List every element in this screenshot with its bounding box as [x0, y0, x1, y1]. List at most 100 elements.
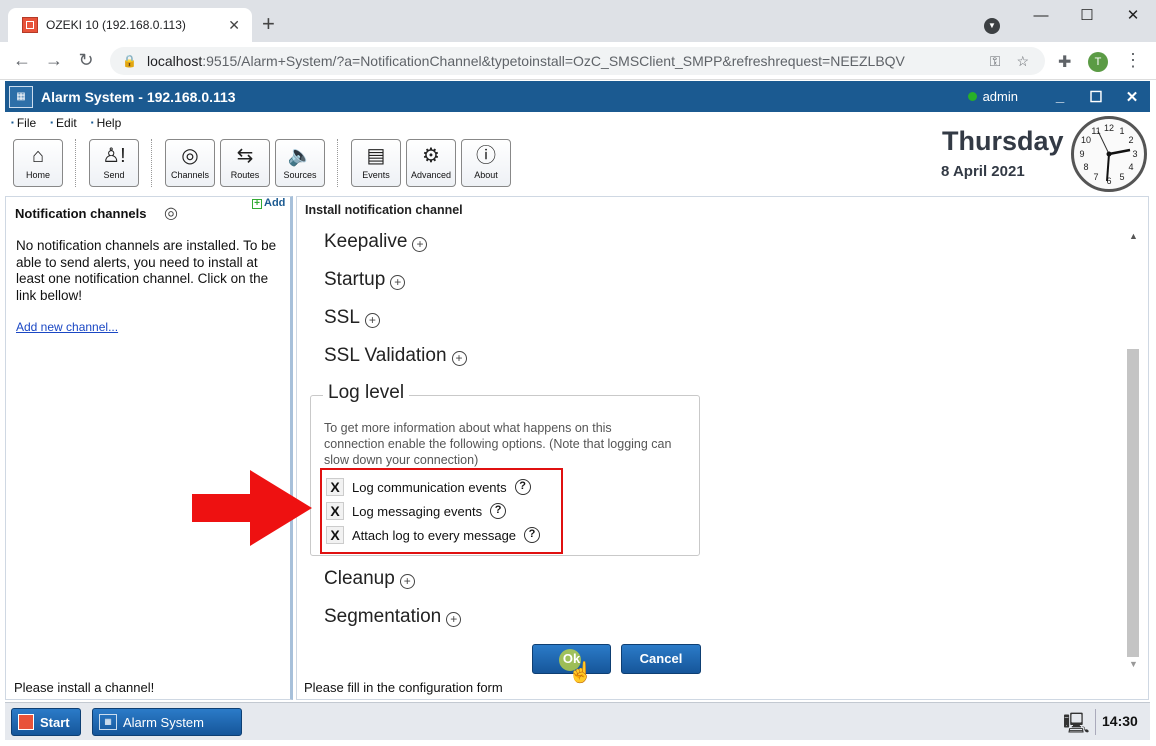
clock-time: 14:30 [1102, 713, 1138, 729]
close-window-button[interactable]: ✕ [1110, 0, 1156, 34]
forward-arrow-icon[interactable]: → [38, 50, 70, 71]
profile-dropdown-icon[interactable]: ▼ [984, 18, 1000, 34]
log-communication-checkbox[interactable]: X [326, 478, 344, 496]
url-text[interactable]: localhost:9515/Alarm+System/?a=Notificat… [147, 53, 990, 69]
expand-plus-icon[interactable]: + [399, 574, 415, 589]
log-communication-option: X Log communication events ? [326, 478, 531, 496]
profile-avatar[interactable]: T [1088, 52, 1108, 72]
menu-file[interactable]: File [11, 116, 36, 130]
clock-number: 4 [1128, 162, 1133, 172]
weekday-label: Thursday [942, 126, 1064, 156]
address-bar[interactable]: 🔒 localhost:9515/Alarm+System/?a=Notific… [110, 47, 1045, 75]
browser-menu-icon[interactable]: ⋮ [1124, 50, 1142, 71]
new-tab-button[interactable]: + [262, 13, 275, 35]
menu-bar: File Edit Help [11, 116, 121, 130]
ozeki-favicon-icon [22, 17, 38, 33]
scroll-up-arrow-icon[interactable]: ▲ [1129, 231, 1138, 241]
section-startup[interactable]: Startup + [324, 269, 406, 291]
browser-window-controls: — ☐ ✕ [1018, 0, 1156, 34]
tab-title: OZEKI 10 (192.168.0.113) [46, 18, 186, 32]
help-question-icon[interactable]: ? [490, 503, 507, 519]
monitor-icon[interactable]: 🖳 [1063, 709, 1090, 743]
toolbar-channels-button[interactable]: ◎ Channels [165, 139, 215, 187]
section-keepalive[interactable]: Keepalive + [324, 231, 428, 253]
toolbar-routes-button[interactable]: ⇆ Routes [220, 139, 270, 187]
toolbar-about-button[interactable]: ⓘ About [461, 139, 511, 187]
clock-number: 8 [1083, 162, 1088, 172]
taskbar-alarm-system[interactable]: ▦ Alarm System [92, 708, 242, 736]
app-minimize-button[interactable]: _ [1042, 88, 1078, 105]
toolbar-send-label: Send [103, 170, 125, 180]
reload-icon[interactable]: ↻ [70, 50, 102, 71]
extensions-puzzle-icon[interactable]: ✚ [1058, 52, 1071, 72]
minimize-button[interactable]: — [1018, 0, 1064, 34]
log-level-fieldset: Log level To get more information about … [310, 382, 700, 556]
right-status-text: Please fill in the configuration form [304, 680, 503, 695]
app-maximize-button[interactable]: ☐ [1078, 88, 1114, 106]
toolbar-events-button[interactable]: ▤ Events [351, 139, 401, 187]
toolbar-routes-label: Routes [230, 170, 260, 180]
log-messaging-option: X Log messaging events ? [326, 502, 507, 520]
cancel-button[interactable]: Cancel [621, 644, 701, 674]
scroll-thumb[interactable] [1127, 349, 1139, 657]
start-button[interactable]: Start [11, 708, 81, 736]
expand-plus-icon[interactable]: + [412, 237, 428, 252]
lock-icon: 🔒 [122, 54, 137, 68]
key-icon[interactable]: ⚿ [990, 53, 1001, 70]
attach-log-checkbox[interactable]: X [326, 526, 344, 544]
home-icon: ⌂ [31, 145, 45, 167]
browser-tab[interactable]: OZEKI 10 (192.168.0.113) ✕ [8, 8, 252, 42]
app-close-button[interactable]: ✕ [1114, 88, 1150, 106]
clock-center [1106, 151, 1112, 157]
toolbar-send-button[interactable]: ♙! Send [89, 139, 139, 187]
section-label: Startup [324, 269, 386, 290]
routes-icon: ⇆ [236, 145, 254, 167]
back-arrow-icon[interactable]: ← [6, 50, 38, 71]
maximize-button[interactable]: ☐ [1064, 0, 1110, 34]
channels-icon: ◎ [164, 205, 178, 222]
add-label: Add [264, 197, 286, 209]
tab-close-icon[interactable]: ✕ [228, 17, 240, 34]
toolbar-advanced-button[interactable]: ⚙ Advanced [406, 139, 456, 187]
section-ssl-validation[interactable]: SSL Validation + [324, 345, 467, 367]
toolbar-events-label: Events [362, 170, 390, 180]
help-question-icon[interactable]: ? [524, 527, 541, 543]
expand-plus-icon[interactable]: + [364, 313, 380, 328]
section-label: SSL Validation [324, 345, 447, 366]
section-ssl[interactable]: SSL + [324, 307, 380, 329]
log-level-description: To get more information about what happe… [324, 421, 672, 467]
clock-number: 12 [1104, 123, 1114, 133]
help-question-icon[interactable]: ? [514, 479, 531, 495]
url-path: :9515/Alarm+System/?a=NotificationChanne… [202, 53, 905, 69]
add-new-channel-link[interactable]: Add new channel... [16, 320, 118, 334]
toolbar-home-button[interactable]: ⌂ Home [13, 139, 63, 187]
add-channel-button[interactable]: + Add [252, 197, 285, 209]
app-title-bar: ▦ Alarm System - 192.168.0.113 admin _ ☐… [5, 81, 1150, 112]
log-level-legend: Log level [323, 382, 410, 404]
menu-edit[interactable]: Edit [50, 116, 77, 130]
alarm-system-app-icon: ▦ [9, 85, 33, 108]
toolbar-separator [337, 139, 338, 187]
expand-plus-icon[interactable]: + [446, 612, 462, 627]
toolbar-sources-button[interactable]: 🔈 Sources [275, 139, 325, 187]
add-plus-icon: + [252, 199, 262, 209]
start-label: Start [40, 714, 70, 730]
vertical-scrollbar[interactable]: ▲ ▼ [1126, 231, 1140, 671]
option-label: Log communication events [352, 479, 507, 495]
menu-help[interactable]: Help [91, 116, 122, 130]
expand-plus-icon[interactable]: + [390, 275, 406, 290]
expand-plus-icon[interactable]: + [451, 351, 467, 366]
star-icon[interactable]: ☆ [1016, 53, 1029, 70]
section-label: Keepalive [324, 231, 408, 252]
section-cleanup[interactable]: Cleanup + [324, 568, 415, 590]
start-icon [18, 714, 34, 730]
log-messaging-checkbox[interactable]: X [326, 502, 344, 520]
section-segmentation[interactable]: Segmentation + [324, 606, 462, 628]
scroll-down-arrow-icon[interactable]: ▼ [1129, 659, 1138, 669]
user-name[interactable]: admin [983, 89, 1018, 104]
section-label: SSL [324, 307, 360, 328]
section-label: Cleanup [324, 568, 395, 589]
hand-cursor-icon: ☝ [568, 662, 593, 684]
option-label: Log messaging events [352, 503, 483, 519]
clock-number: 2 [1128, 135, 1133, 145]
